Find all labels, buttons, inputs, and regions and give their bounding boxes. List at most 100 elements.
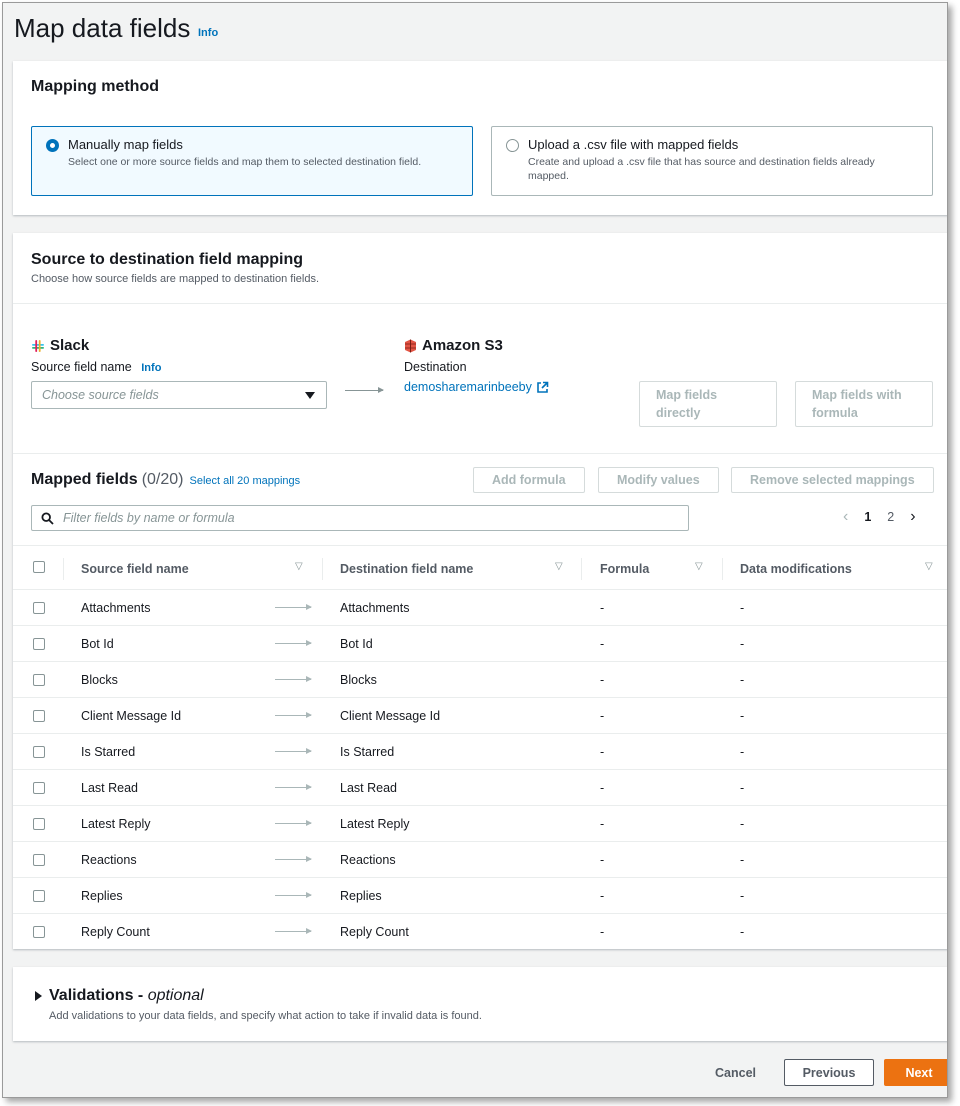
arrow-right-icon: [275, 928, 312, 934]
row-checkbox[interactable]: [33, 710, 45, 722]
row-formula: -: [600, 601, 605, 615]
row-source: Reactions: [81, 853, 137, 867]
mapping-method-card: Mapping method Manually map fields Selec…: [13, 61, 947, 215]
source-name: Slack: [50, 337, 90, 354]
map-fields-directly-button[interactable]: Map fields directly: [639, 381, 777, 427]
validations-optional: optional: [147, 987, 204, 1004]
table-row[interactable]: Latest Reply Latest Reply - -: [13, 805, 947, 841]
source-field-placeholder: Choose source fields: [42, 388, 159, 402]
previous-button[interactable]: Previous: [784, 1059, 874, 1086]
select-all-mappings-link[interactable]: Select all 20 mappings: [189, 475, 300, 487]
add-formula-button[interactable]: Add formula: [473, 467, 585, 493]
page-info-link[interactable]: Info: [198, 27, 218, 39]
manual-map-radio[interactable]: [46, 139, 59, 152]
row-destination: Latest Reply: [340, 817, 410, 831]
row-source: Replies: [81, 889, 123, 903]
table-row[interactable]: Blocks Blocks - -: [13, 661, 947, 697]
row-source: Last Read: [81, 781, 138, 795]
col-destination-field[interactable]: Destination field name: [340, 562, 473, 576]
page-1[interactable]: 1: [864, 510, 871, 524]
row-checkbox[interactable]: [33, 746, 45, 758]
source-field-select[interactable]: Choose source fields: [31, 381, 327, 409]
table-row[interactable]: Replies Replies - -: [13, 877, 947, 913]
table-row[interactable]: Last Read Last Read - -: [13, 769, 947, 805]
csv-upload-desc: Create and upload a .csv file that has s…: [528, 156, 875, 182]
cancel-button[interactable]: Cancel: [715, 1066, 756, 1080]
mapping-arrow-icon: [345, 387, 384, 393]
row-source: Attachments: [81, 601, 151, 615]
validations-toggle[interactable]: Validations - optional: [35, 987, 204, 1005]
destination-name: Amazon S3: [422, 337, 503, 354]
arrow-right-icon: [275, 604, 312, 610]
sort-icon[interactable]: ▽: [555, 561, 563, 572]
col-formula[interactable]: Formula: [600, 562, 649, 576]
source-info-link[interactable]: Info: [141, 362, 161, 374]
chevron-left-icon[interactable]: ‹: [843, 509, 848, 525]
row-source: Client Message Id: [81, 709, 182, 723]
table-row[interactable]: Bot Id Bot Id - -: [13, 625, 947, 661]
row-formula: -: [600, 817, 605, 831]
column-divider: [581, 558, 582, 580]
col-source-field[interactable]: Source field name: [81, 562, 189, 576]
page-2[interactable]: 2: [887, 510, 894, 524]
row-destination: Is Starred: [340, 745, 395, 759]
row-formula: -: [600, 709, 605, 723]
caret-down-icon: [305, 392, 315, 399]
chevron-right-icon[interactable]: ›: [910, 509, 915, 525]
column-divider: [63, 558, 64, 580]
manual-map-tile[interactable]: Manually map fields Select one or more s…: [31, 126, 473, 196]
arrow-right-icon: [275, 784, 312, 790]
row-checkbox[interactable]: [33, 926, 45, 938]
field-mapping-desc: Choose how source fields are mapped to d…: [31, 273, 320, 285]
table-row[interactable]: Client Message Id Client Message Id - -: [13, 697, 947, 733]
sort-icon[interactable]: ▽: [295, 561, 303, 572]
row-checkbox[interactable]: [33, 890, 45, 902]
external-link-icon[interactable]: [536, 381, 549, 394]
row-checkbox[interactable]: [33, 854, 45, 866]
arrow-right-icon: [275, 820, 312, 826]
pagination: ‹ 1 2 ›: [843, 509, 916, 525]
table-row[interactable]: Is Starred Is Starred - -: [13, 733, 947, 769]
row-destination: Last Read: [340, 781, 397, 795]
row-checkbox[interactable]: [33, 818, 45, 830]
caret-right-icon[interactable]: [35, 991, 42, 1001]
validations-desc: Add validations to your data fields, and…: [49, 1010, 482, 1022]
select-all-checkbox[interactable]: [33, 561, 45, 573]
arrow-right-icon: [275, 748, 312, 754]
footer-actions: Cancel Previous Next: [3, 1057, 947, 1089]
slack-icon: [32, 339, 44, 352]
row-modifications: -: [740, 709, 745, 723]
map-fields-with-formula-button[interactable]: Map fields with formula: [795, 381, 933, 427]
row-checkbox[interactable]: [33, 638, 45, 650]
validations-title: Validations -: [49, 987, 148, 1004]
arrow-right-icon: [275, 676, 312, 682]
row-modifications: -: [740, 637, 745, 651]
table-row[interactable]: Reply Count Reply Count - -: [13, 913, 947, 949]
table-row[interactable]: Attachments Attachments - -: [13, 589, 947, 625]
row-checkbox[interactable]: [33, 782, 45, 794]
csv-upload-radio[interactable]: [506, 139, 519, 152]
col-data-modifications[interactable]: Data modifications: [740, 562, 852, 576]
row-destination: Replies: [340, 889, 382, 903]
amazon-s3-icon: [405, 339, 416, 352]
row-destination: Reactions: [340, 853, 396, 867]
remove-selected-mappings-button[interactable]: Remove selected mappings: [731, 467, 934, 493]
filter-input[interactable]: Filter fields by name or formula: [31, 505, 689, 531]
sort-icon[interactable]: ▽: [695, 561, 703, 572]
row-checkbox[interactable]: [33, 674, 45, 686]
table-row[interactable]: Reactions Reactions - -: [13, 841, 947, 877]
row-source: Latest Reply: [81, 817, 151, 831]
destination-block: Amazon S3 Destination demosharemarinbeeb…: [404, 337, 549, 394]
csv-upload-tile[interactable]: Upload a .csv file with mapped fields Cr…: [491, 126, 933, 196]
mapping-method-header: Mapping method: [31, 78, 159, 95]
next-button[interactable]: Next: [884, 1059, 947, 1086]
page-title: Map data fields: [14, 13, 191, 43]
row-modifications: -: [740, 817, 745, 831]
table-header: Source field name ▽ Destination field na…: [13, 545, 947, 589]
sort-icon[interactable]: ▽: [925, 561, 933, 572]
filter-placeholder: Filter fields by name or formula: [63, 511, 235, 525]
row-destination: Reply Count: [340, 925, 409, 939]
modify-values-button[interactable]: Modify values: [598, 467, 719, 493]
destination-bucket-link[interactable]: demosharemarinbeeby: [404, 380, 532, 394]
row-checkbox[interactable]: [33, 602, 45, 614]
